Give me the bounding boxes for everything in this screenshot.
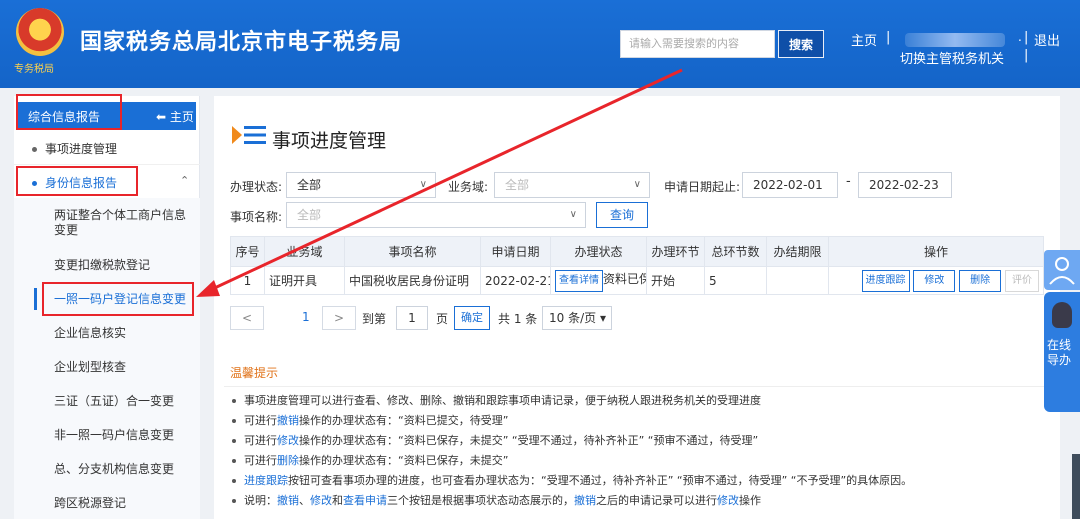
annotation-arrow [196,68,683,297]
